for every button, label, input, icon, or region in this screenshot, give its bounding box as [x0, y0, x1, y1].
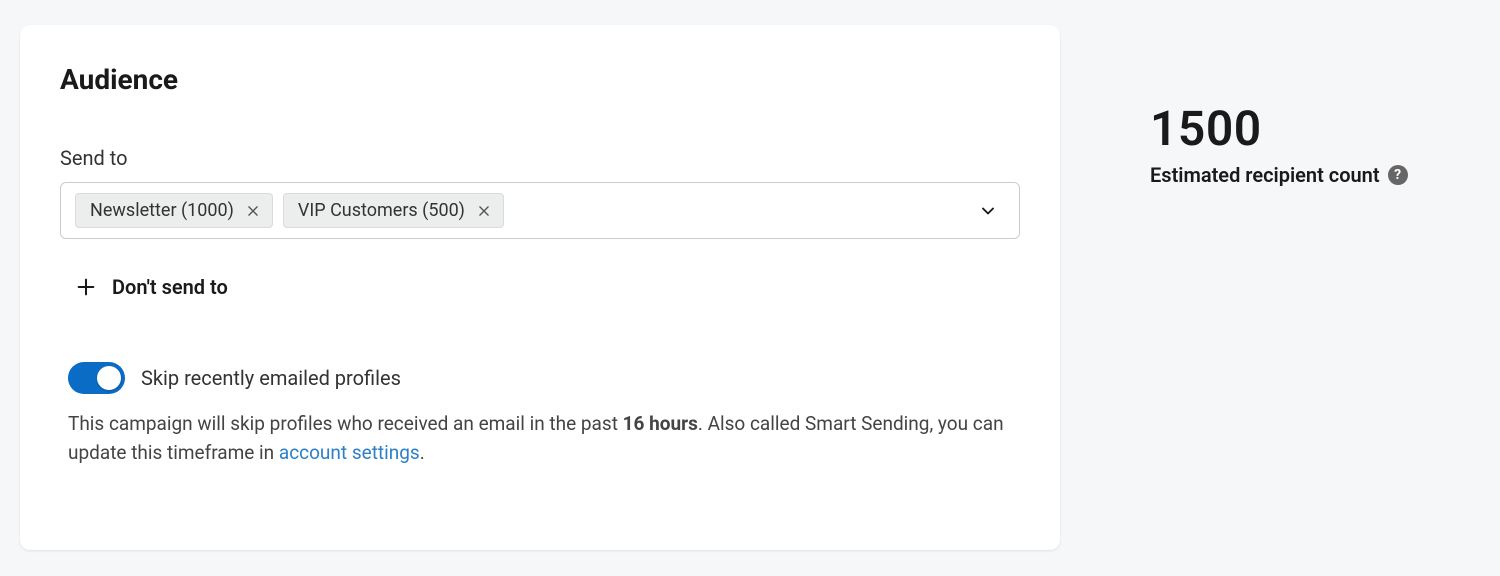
skip-toggle-row: Skip recently emailed profiles: [68, 362, 1020, 394]
audience-title: Audience: [60, 63, 1020, 96]
send-to-select[interactable]: Newsletter (1000) VIP Customers (500): [60, 182, 1020, 239]
help-icon[interactable]: ?: [1388, 165, 1408, 185]
recipient-summary: 1500 Estimated recipient count ?: [1150, 25, 1408, 550]
description-text: .: [420, 441, 425, 464]
plus-icon: [74, 275, 98, 299]
recipient-count-label: Estimated recipient count: [1150, 163, 1380, 187]
segment-chip: VIP Customers (500): [283, 193, 504, 228]
dont-send-to-button[interactable]: Don't send to: [74, 275, 228, 299]
toggle-knob: [97, 366, 121, 390]
segment-chip-label: Newsletter (1000): [90, 200, 234, 221]
close-icon[interactable]: [244, 202, 262, 220]
recipient-count-value: 1500: [1150, 105, 1408, 153]
skip-toggle[interactable]: [68, 362, 125, 394]
close-icon[interactable]: [475, 202, 493, 220]
description-timeframe: 16 hours: [623, 412, 698, 435]
description-text: This campaign will skip profiles who rec…: [68, 412, 623, 435]
segment-chip-label: VIP Customers (500): [298, 200, 465, 221]
dont-send-to-label: Don't send to: [112, 275, 228, 299]
audience-card: Audience Send to Newsletter (1000) VIP C…: [20, 25, 1060, 550]
account-settings-link[interactable]: account settings: [279, 441, 420, 464]
selected-chips: Newsletter (1000) VIP Customers (500): [75, 193, 504, 228]
chevron-down-icon[interactable]: [977, 200, 999, 222]
skip-toggle-label: Skip recently emailed profiles: [141, 366, 401, 390]
segment-chip: Newsletter (1000): [75, 193, 273, 228]
send-to-label: Send to: [60, 146, 1020, 170]
skip-description: This campaign will skip profiles who rec…: [68, 410, 1008, 467]
